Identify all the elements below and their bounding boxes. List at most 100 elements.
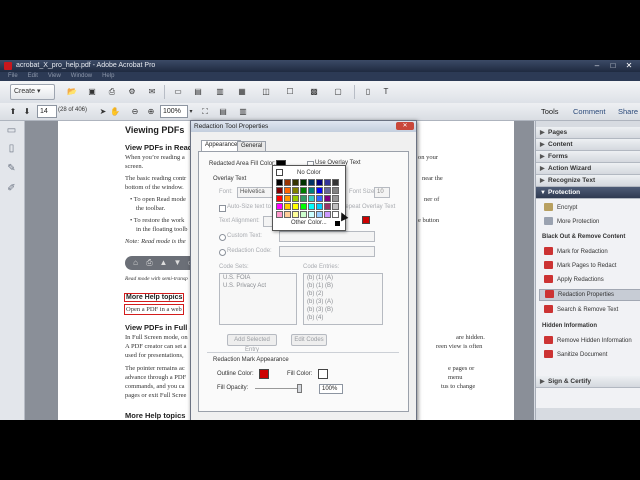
export-icon[interactable]: ▤ bbox=[190, 84, 206, 100]
apply-redactions-item[interactable]: Apply Redactions bbox=[544, 275, 604, 285]
page-layout-icon[interactable]: ▤ bbox=[216, 104, 230, 120]
tools-tab[interactable]: Tools bbox=[541, 107, 559, 116]
code-entry-item[interactable]: (b) (3) (B) bbox=[304, 306, 382, 314]
color-swatch[interactable] bbox=[324, 195, 331, 202]
menu-edit[interactable]: Edit bbox=[28, 72, 38, 81]
encrypt-item[interactable]: Encrypt bbox=[544, 203, 577, 213]
combine-icon[interactable]: ▥ bbox=[212, 84, 228, 100]
color-swatch[interactable] bbox=[324, 187, 331, 194]
minimize-button[interactable]: – bbox=[590, 61, 604, 70]
section-action-wizard[interactable]: ▶ Action Wizard bbox=[536, 163, 640, 175]
redaction-code-input[interactable] bbox=[279, 246, 375, 257]
color-swatch[interactable] bbox=[316, 203, 323, 210]
opacity-slider-thumb[interactable] bbox=[297, 384, 302, 393]
color-swatch[interactable] bbox=[292, 211, 299, 218]
no-color-option[interactable]: No Color bbox=[297, 170, 321, 176]
color-swatch[interactable] bbox=[284, 211, 291, 218]
hand-tool-icon[interactable]: ✋ bbox=[108, 104, 122, 120]
create-button[interactable]: Create ▾ bbox=[10, 84, 55, 100]
section-content[interactable]: ▶ Content bbox=[536, 139, 640, 151]
read-print-icon[interactable]: ⎙ bbox=[145, 258, 154, 267]
remove-hidden-info-item[interactable]: Remove Hidden Information bbox=[544, 336, 632, 346]
open-pdf-link[interactable]: Open a PDF in a web bbox=[124, 304, 184, 315]
read-next-icon[interactable]: ▼ bbox=[173, 258, 182, 267]
color-swatch[interactable] bbox=[308, 179, 315, 186]
color-swatch[interactable] bbox=[324, 203, 331, 210]
code-set-item[interactable]: U.S. Privacy Act bbox=[220, 282, 296, 290]
settings-icon[interactable]: ⚙ bbox=[124, 84, 140, 100]
zoom-dropdown-icon[interactable]: ▾ bbox=[186, 104, 196, 120]
mark-for-redaction-item[interactable]: Mark for Redaction bbox=[544, 247, 608, 257]
read-home-icon[interactable]: ⌂ bbox=[131, 258, 140, 267]
mark-pages-item[interactable]: Mark Pages to Redact bbox=[544, 261, 616, 271]
next-page-icon[interactable]: ⬇ bbox=[20, 104, 34, 120]
maximize-button[interactable]: □ bbox=[606, 61, 620, 70]
section-recognize-text[interactable]: ▶ Recognize Text bbox=[536, 175, 640, 187]
code-entry-item[interactable]: (b) (3) (A) bbox=[304, 298, 382, 306]
color-swatch[interactable] bbox=[308, 211, 315, 218]
color-swatch[interactable] bbox=[308, 195, 315, 202]
section-pages[interactable]: ▶ Pages bbox=[536, 127, 640, 139]
redaction-code-radio[interactable] bbox=[219, 249, 226, 256]
sanitize-document-item[interactable]: Sanitize Document bbox=[544, 350, 607, 360]
no-color-swatch[interactable] bbox=[276, 169, 283, 176]
print-icon[interactable]: ⎙ bbox=[104, 84, 120, 100]
code-entry-item[interactable]: (b) (1) (A) bbox=[304, 274, 382, 282]
color-swatch[interactable] bbox=[316, 211, 323, 218]
search-remove-text-item[interactable]: Search & Remove Text bbox=[544, 305, 618, 315]
color-swatch[interactable] bbox=[332, 203, 339, 210]
mark-fill-color-swatch[interactable] bbox=[318, 369, 328, 379]
edit-codes-button[interactable]: Edit Codes bbox=[291, 334, 327, 346]
share-tab[interactable]: Share bbox=[618, 107, 638, 116]
comment-tab[interactable]: Comment bbox=[573, 107, 606, 116]
color-swatch[interactable] bbox=[316, 179, 323, 186]
custom-text-radio[interactable] bbox=[219, 234, 226, 241]
share-review-icon[interactable]: ◫ bbox=[258, 84, 274, 100]
stamp-icon[interactable]: ▩ bbox=[306, 84, 322, 100]
other-color-swatch[interactable] bbox=[335, 221, 340, 226]
zoom-in-icon[interactable]: ⊕ bbox=[144, 104, 158, 120]
color-swatch[interactable] bbox=[276, 187, 283, 194]
font-color-swatch[interactable] bbox=[362, 216, 370, 224]
color-swatch[interactable] bbox=[292, 203, 299, 210]
color-swatch[interactable] bbox=[284, 187, 291, 194]
code-entries-list[interactable]: (b) (1) (A) (b) (1) (B) (b) (2) (b) (3) … bbox=[303, 273, 383, 325]
more-protection-item[interactable]: More Protection bbox=[544, 217, 599, 227]
frame-icon[interactable]: ▢ bbox=[330, 84, 346, 100]
color-swatch[interactable] bbox=[308, 203, 315, 210]
zoom-out-icon[interactable]: ⊖ bbox=[128, 104, 142, 120]
close-window-button[interactable]: ✕ bbox=[622, 61, 636, 70]
color-swatch[interactable] bbox=[300, 211, 307, 218]
fit-page-icon[interactable]: ⛶ bbox=[198, 104, 212, 120]
tab-general[interactable]: General bbox=[237, 141, 267, 151]
bookmarks-icon[interactable]: ▯ bbox=[6, 143, 17, 154]
page-thumbnails-icon[interactable]: ▭ bbox=[6, 125, 17, 136]
page-number-input[interactable]: 14 bbox=[37, 105, 57, 118]
zoom-level-input[interactable]: 100% bbox=[160, 105, 188, 118]
menu-window[interactable]: Window bbox=[71, 72, 92, 81]
custom-text-input[interactable] bbox=[279, 231, 375, 242]
font-select[interactable]: Helvetica bbox=[237, 187, 275, 198]
autosize-checkbox[interactable] bbox=[219, 205, 226, 212]
color-swatch[interactable] bbox=[316, 195, 323, 202]
outline-color-swatch[interactable] bbox=[259, 369, 269, 379]
edit-document-icon[interactable]: ▯ bbox=[360, 84, 376, 100]
save-icon[interactable]: ▣ bbox=[84, 84, 100, 100]
color-swatch[interactable] bbox=[300, 203, 307, 210]
form-icon[interactable]: ☐ bbox=[282, 84, 298, 100]
color-swatch[interactable] bbox=[332, 187, 339, 194]
previous-page-icon[interactable]: ⬆ bbox=[6, 104, 20, 120]
menu-file[interactable]: File bbox=[8, 72, 18, 81]
redaction-properties-item[interactable]: Redaction Properties bbox=[539, 289, 640, 301]
color-swatch[interactable] bbox=[292, 195, 299, 202]
menu-view[interactable]: View bbox=[48, 72, 61, 81]
color-swatch[interactable] bbox=[276, 195, 283, 202]
opacity-slider-track[interactable] bbox=[255, 388, 299, 389]
color-swatch[interactable] bbox=[300, 187, 307, 194]
font-size-input[interactable]: 10 bbox=[374, 187, 390, 198]
color-swatch[interactable] bbox=[284, 195, 291, 202]
color-swatch[interactable] bbox=[276, 203, 283, 210]
color-swatch[interactable] bbox=[332, 195, 339, 202]
color-swatch[interactable] bbox=[276, 211, 283, 218]
add-selected-entry-button[interactable]: Add Selected Entry bbox=[227, 334, 277, 353]
